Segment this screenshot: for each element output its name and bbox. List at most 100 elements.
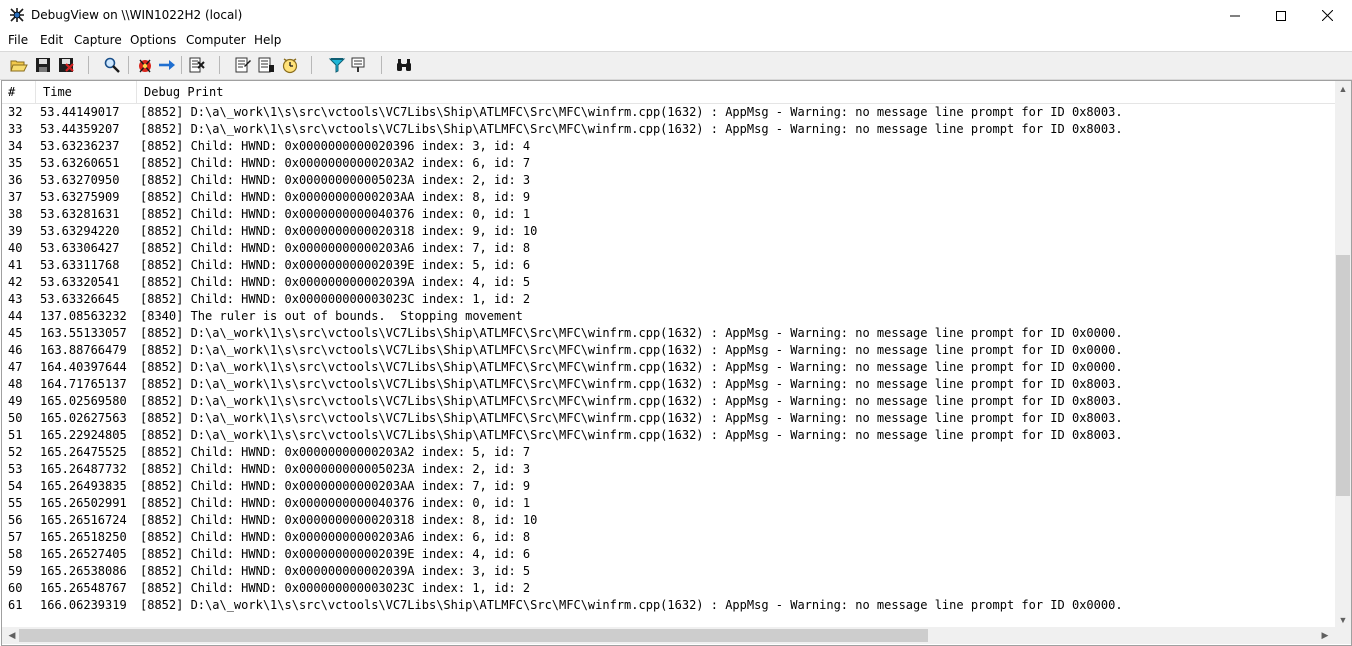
scroll-left-icon[interactable]: ◀ xyxy=(4,630,20,641)
log-row-time: 165.26538086 xyxy=(40,564,127,578)
log-row[interactable]: 43 53.63326645 [8852] Child: HWND: 0x00000… xyxy=(2,291,1335,308)
log-row[interactable]: 56 165.26516724 [8852] Child: HWND: 0x0000… xyxy=(2,512,1335,529)
log-row[interactable]: 55 165.26502991 [8852] Child: HWND: 0x0000… xyxy=(2,495,1335,512)
log-row-time: 165.26493835 xyxy=(40,479,127,493)
log-row[interactable]: 48 164.71765137 [8852] D:\a\_work\1\s\src\… xyxy=(2,376,1335,393)
filter-down-button[interactable] xyxy=(328,56,346,74)
log-row-time: 165.02627563 xyxy=(40,411,127,425)
column-divider[interactable] xyxy=(35,81,36,103)
history-button[interactable] xyxy=(350,56,368,74)
log-row[interactable]: 32 53.44149017 [8852] D:\a\_work\1\s\src\v… xyxy=(2,104,1335,121)
log-row-time: 53.63270950 xyxy=(40,173,120,187)
column-header-debug-print[interactable]: Debug Print xyxy=(144,85,223,99)
find-button[interactable] xyxy=(103,56,121,74)
log-row-message: [8852] Child: HWND: 0x0000000000020318 i… xyxy=(140,513,538,527)
filter-button[interactable] xyxy=(234,56,252,74)
log-row-number: 49 xyxy=(8,394,23,408)
menu-help[interactable]: Help xyxy=(254,33,281,47)
toolbar-separator xyxy=(181,56,182,74)
toolbar xyxy=(0,51,1352,80)
log-row-number: 38 xyxy=(8,207,23,221)
find-text-button[interactable] xyxy=(395,56,413,74)
log-row-time: 165.26516724 xyxy=(40,513,127,527)
open-button[interactable] xyxy=(10,56,28,74)
log-row-time: 53.63311768 xyxy=(40,258,120,272)
highlight-icon xyxy=(258,57,274,73)
log-row[interactable]: 59 165.26538086 [8852] Child: HWND: 0x0000… xyxy=(2,563,1335,580)
log-row[interactable]: 33 53.44359207 [8852] D:\a\_work\1\s\src\v… xyxy=(2,121,1335,138)
log-row[interactable]: 46 163.88766479 [8852] D:\a\_work\1\s\src\… xyxy=(2,342,1335,359)
maximize-button[interactable] xyxy=(1258,0,1304,31)
log-row[interactable]: 36 53.63270950 [8852] Child: HWND: 0x00000… xyxy=(2,172,1335,189)
log-row[interactable]: 52 165.26475525 [8852] Child: HWND: 0x0000… xyxy=(2,444,1335,461)
log-row-message: [8852] D:\a\_work\1\s\src\vctools\VC7Lib… xyxy=(140,377,1123,391)
menu-options[interactable]: Options xyxy=(130,33,176,47)
autoscroll-button[interactable] xyxy=(158,56,176,74)
menu-file[interactable]: File xyxy=(8,33,28,47)
log-row[interactable]: 47 164.40397644 [8852] D:\a\_work\1\s\src\… xyxy=(2,359,1335,376)
log-row-time: 166.06239319 xyxy=(40,598,127,612)
log-row[interactable]: 58 165.26527405 [8852] Child: HWND: 0x0000… xyxy=(2,546,1335,563)
log-row[interactable]: 40 53.63306427 [8852] Child: HWND: 0x00000… xyxy=(2,240,1335,257)
log-row[interactable]: 38 53.63281631 [8852] Child: HWND: 0x00000… xyxy=(2,206,1335,223)
log-row[interactable]: 61 166.06239319 [8852] D:\a\_work\1\s\src\… xyxy=(2,597,1335,614)
log-row-time: 53.63275909 xyxy=(40,190,120,204)
log-row[interactable]: 54 165.26493835 [8852] Child: HWND: 0x0000… xyxy=(2,478,1335,495)
log-row[interactable]: 44 137.08563232 [8340] The ruler is out of… xyxy=(2,308,1335,325)
log-row[interactable]: 49 165.02569580 [8852] D:\a\_work\1\s\src\… xyxy=(2,393,1335,410)
log-row-number: 47 xyxy=(8,360,23,374)
debug-output-list[interactable]: # Time Debug Print 32 53.44149017 [8852] D… xyxy=(1,80,1352,646)
scroll-right-icon[interactable]: ▶ xyxy=(1317,630,1333,641)
highlight-button[interactable] xyxy=(257,56,275,74)
close-button[interactable] xyxy=(1304,0,1350,31)
horizontal-scrollbar[interactable]: ◀ ▶ xyxy=(2,627,1335,644)
log-row[interactable]: 57 165.26518250 [8852] Child: HWND: 0x0000… xyxy=(2,529,1335,546)
clock-time-button[interactable] xyxy=(281,56,299,74)
menu-capture[interactable]: Capture xyxy=(74,33,122,47)
clear-button[interactable] xyxy=(188,56,206,74)
log-row-message: [8852] Child: HWND: 0x00000000000203A2 i… xyxy=(140,445,531,459)
log-row-number: 50 xyxy=(8,411,23,425)
log-row[interactable]: 51 165.22924805 [8852] D:\a\_work\1\s\src\… xyxy=(2,427,1335,444)
log-row-number: 54 xyxy=(8,479,23,493)
debugview-app-icon xyxy=(10,8,24,22)
menu-computer[interactable]: Computer xyxy=(186,33,246,47)
vertical-scrollbar[interactable]: ▲ ▼ xyxy=(1335,81,1351,627)
log-row-time: 165.26502991 xyxy=(40,496,127,510)
log-row-number: 57 xyxy=(8,530,23,544)
capture-button[interactable] xyxy=(136,56,154,74)
log-row-message: [8852] D:\a\_work\1\s\src\vctools\VC7Lib… xyxy=(140,105,1123,119)
log-row[interactable]: 35 53.63260651 [8852] Child: HWND: 0x00000… xyxy=(2,155,1335,172)
log-row[interactable]: 53 165.26487732 [8852] Child: HWND: 0x0000… xyxy=(2,461,1335,478)
toolbar-separator xyxy=(88,56,89,74)
log-row-time: 163.55133057 xyxy=(40,326,127,340)
log-row[interactable]: 50 165.02627563 [8852] D:\a\_work\1\s\src\… xyxy=(2,410,1335,427)
column-header-number[interactable]: # xyxy=(8,85,15,99)
clock-time-icon xyxy=(282,58,298,74)
log-row[interactable]: 42 53.63320541 [8852] Child: HWND: 0x00000… xyxy=(2,274,1335,291)
log-row[interactable]: 41 53.63311768 [8852] Child: HWND: 0x00000… xyxy=(2,257,1335,274)
log-row[interactable]: 39 53.63294220 [8852] Child: HWND: 0x00000… xyxy=(2,223,1335,240)
log-row-message: [8852] Child: HWND: 0x000000000005023A i… xyxy=(140,462,531,476)
save-clear-button[interactable] xyxy=(57,56,75,74)
scroll-down-icon[interactable]: ▼ xyxy=(1335,615,1351,625)
menu-edit[interactable]: Edit xyxy=(40,33,63,47)
log-row-number: 42 xyxy=(8,275,23,289)
column-header-time[interactable]: Time xyxy=(43,85,72,99)
title-bar[interactable]: DebugView on \\WIN1022H2 (local) xyxy=(0,0,1352,31)
log-row[interactable]: 34 53.63236237 [8852] Child: HWND: 0x00000… xyxy=(2,138,1335,155)
log-row[interactable]: 60 165.26548767 [8852] Child: HWND: 0x0000… xyxy=(2,580,1335,597)
scroll-up-icon[interactable]: ▲ xyxy=(1335,84,1351,94)
horizontal-scroll-thumb[interactable] xyxy=(19,629,929,642)
minimize-button[interactable] xyxy=(1212,0,1258,31)
save-button[interactable] xyxy=(34,56,52,74)
minimize-icon xyxy=(1230,15,1240,16)
column-divider[interactable] xyxy=(136,81,137,103)
log-row-message: [8852] Child: HWND: 0x0000000000040376 i… xyxy=(140,207,531,221)
vertical-scroll-thumb[interactable] xyxy=(1336,255,1350,496)
log-row[interactable]: 45 163.55133057 [8852] D:\a\_work\1\s\src\… xyxy=(2,325,1335,342)
log-row-number: 61 xyxy=(8,598,23,612)
log-row-message: [8852] Child: HWND: 0x00000000000203A6 i… xyxy=(140,530,531,544)
capture-icon xyxy=(139,59,151,73)
log-row[interactable]: 37 53.63275909 [8852] Child: HWND: 0x00000… xyxy=(2,189,1335,206)
